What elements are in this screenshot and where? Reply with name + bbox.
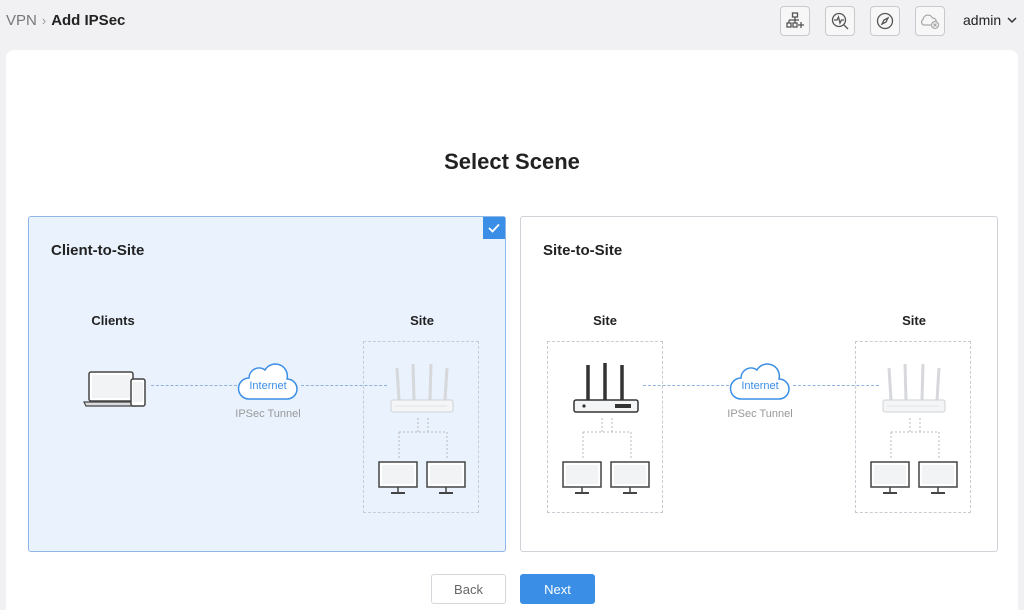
monitor-icon (562, 461, 602, 494)
breadcrumb-vpn[interactable]: VPN (6, 12, 37, 29)
site-label-left: Site (593, 313, 617, 328)
router-icon (573, 363, 639, 413)
internet-cloud-icon: Internet (727, 361, 793, 403)
cloud-offline-icon[interactable] (915, 6, 945, 36)
monitor-icon (378, 461, 418, 494)
router-icon (882, 363, 946, 413)
network-lines (398, 418, 448, 458)
network-lines (582, 418, 632, 458)
user-name: admin (963, 12, 1002, 28)
site-label-right: Site (902, 313, 926, 328)
network-lines (890, 418, 940, 458)
monitor-icon (918, 461, 958, 494)
back-button[interactable]: Back (431, 574, 506, 604)
internet-cloud-icon: Internet (235, 361, 301, 403)
tunnel-line (793, 385, 879, 386)
chevron-down-icon (1007, 16, 1017, 23)
router-icon (390, 363, 454, 413)
breadcrumb: VPN › Add IPSec (6, 12, 125, 29)
compass-icon[interactable] (870, 6, 900, 36)
main-panel: Select Scene Client-to-Site Clients Site… (6, 50, 1018, 610)
breadcrumb-separator: › (41, 13, 47, 28)
scene-title: Client-to-Site (51, 242, 145, 259)
tunnel-line (151, 385, 237, 386)
monitor-icon (426, 461, 466, 494)
user-menu[interactable]: admin (963, 12, 1017, 28)
next-button[interactable]: Next (520, 574, 595, 604)
checkmark-icon (483, 217, 505, 239)
scene-card-client-to-site[interactable]: Client-to-Site Clients Site Internet IPS… (28, 216, 506, 552)
laptop-phone-icon (83, 371, 146, 407)
tunnel-line (643, 385, 729, 386)
diagnose-icon[interactable] (825, 6, 855, 36)
site-label: Site (410, 313, 434, 328)
page-title: Select Scene (444, 149, 580, 174)
internet-label: Internet (741, 380, 779, 392)
tunnel-label: IPSec Tunnel (727, 408, 793, 420)
top-bar: VPN › Add IPSec admin (0, 0, 1024, 44)
internet-label: Internet (249, 380, 287, 392)
tunnel-label: IPSec Tunnel (235, 408, 301, 420)
monitor-icon (610, 461, 650, 494)
clients-label: Clients (91, 313, 135, 328)
topology-icon[interactable] (780, 6, 810, 36)
monitor-icon (870, 461, 910, 494)
scene-card-site-to-site[interactable]: Site-to-Site Site Site Internet IPSec Tu… (520, 216, 998, 552)
page-breadcrumb-title: Add IPSec (51, 12, 126, 29)
scene-title: Site-to-Site (543, 242, 623, 259)
